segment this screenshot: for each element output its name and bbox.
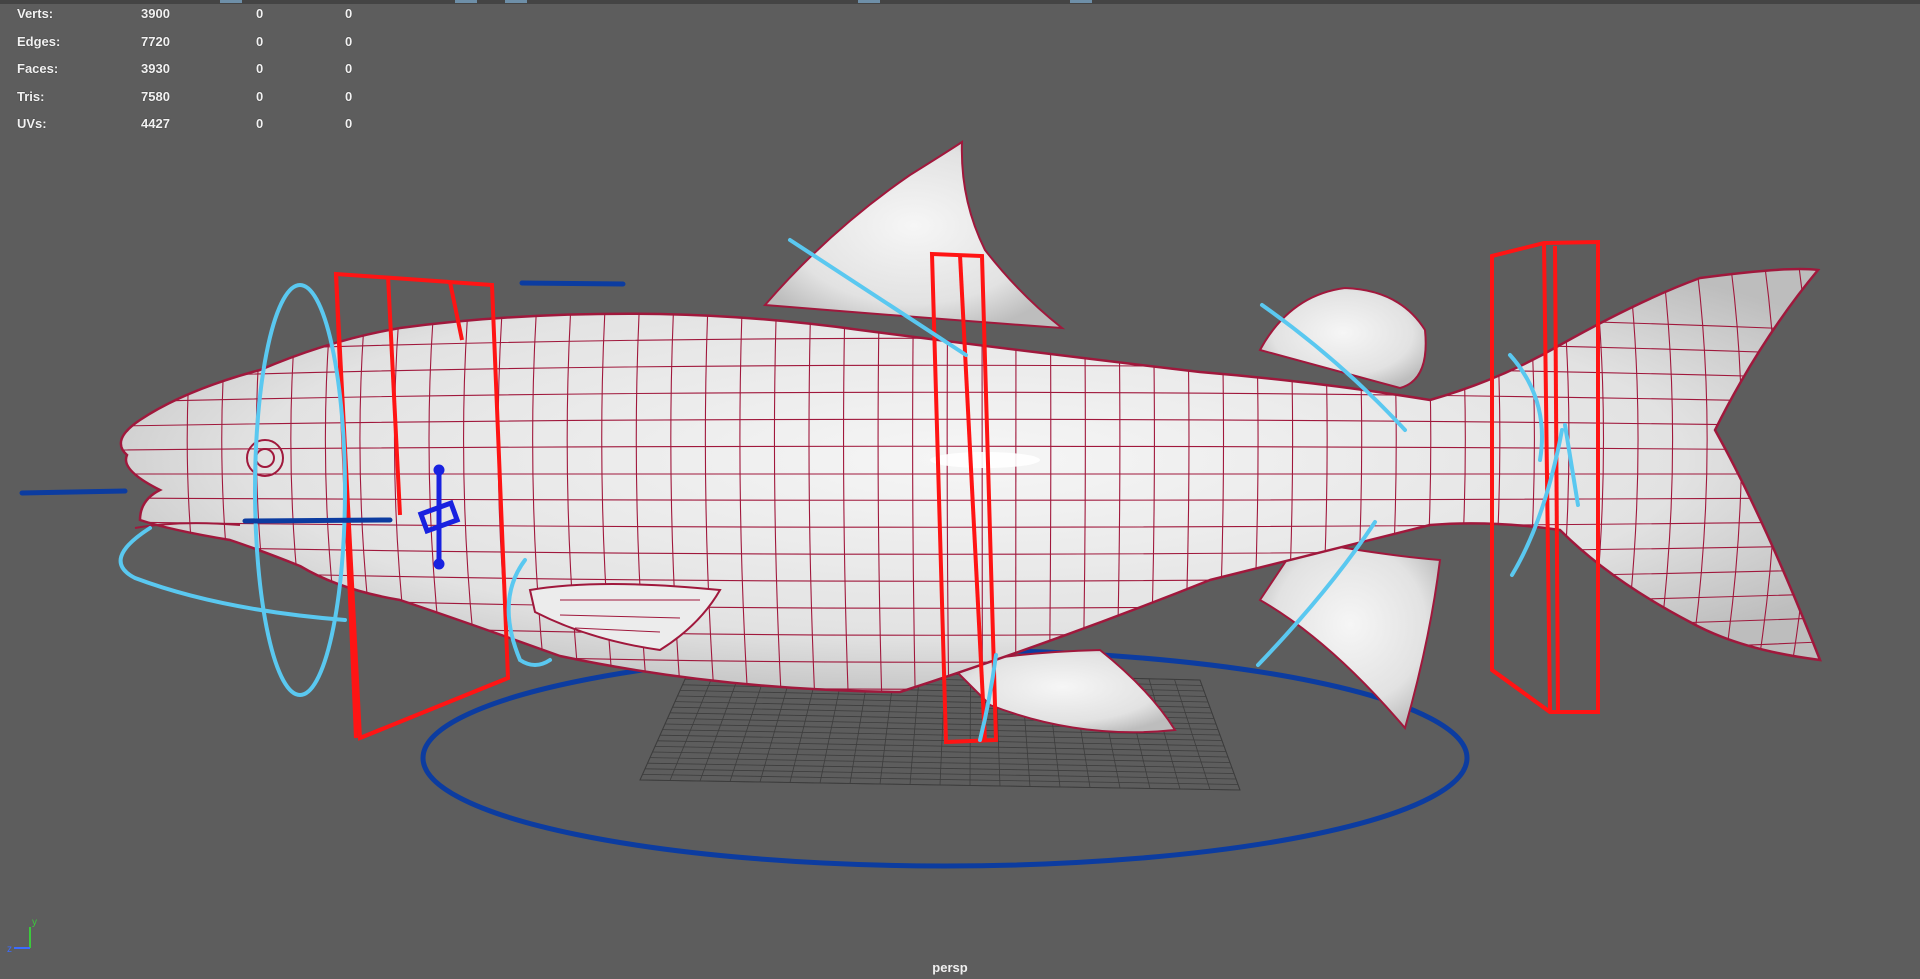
axis-y-label: y <box>32 917 37 928</box>
perspective-viewport[interactable] <box>0 0 1920 979</box>
axis-z-label: z <box>7 944 12 955</box>
salmon-mesh[interactable] <box>119 260 1822 720</box>
wireframe-edge <box>1015 269 1017 692</box>
adipose-fin <box>1258 286 1427 390</box>
camera-name-label: persp <box>932 960 968 975</box>
axis-gizmo: y z <box>7 917 37 955</box>
dorsal-fin <box>762 140 1066 330</box>
